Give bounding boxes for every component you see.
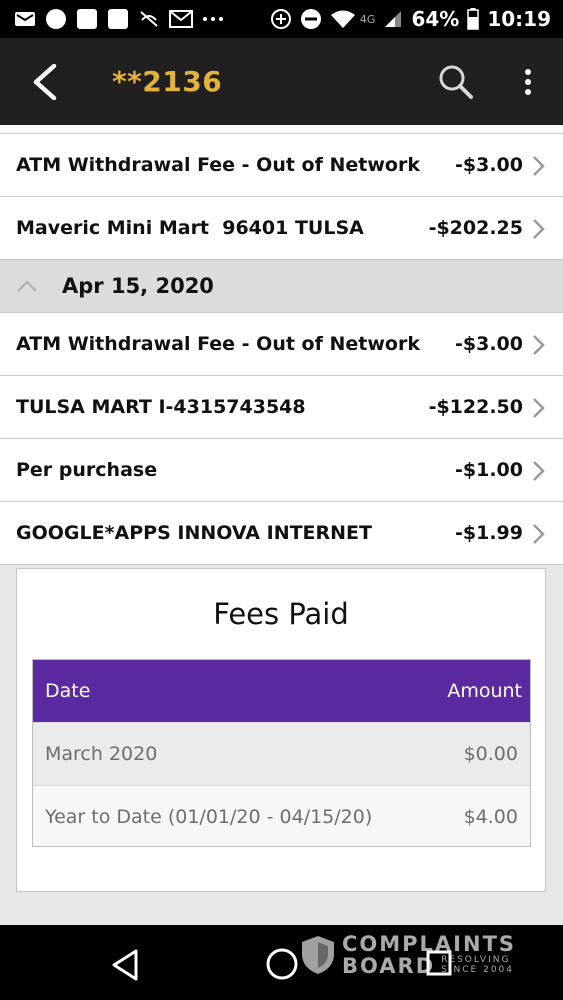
nav-home-button[interactable] bbox=[265, 947, 299, 981]
chevron-right-icon bbox=[533, 524, 545, 544]
network-type: 4G bbox=[359, 12, 376, 26]
transaction-description: ATM Withdrawal Fee - Out of Network bbox=[16, 154, 420, 176]
transaction-amount: -$3.00 bbox=[455, 333, 523, 355]
transaction-row[interactable]: TULSA MART I-4315743548 -$122.50 bbox=[0, 376, 563, 439]
fee-period: Year to Date (01/01/20 - 04/15/20) bbox=[45, 806, 373, 828]
square-notification-icon bbox=[77, 9, 97, 29]
transaction-amount: -$3.00 bbox=[455, 154, 523, 176]
transaction-description: Per purchase bbox=[16, 459, 158, 481]
mail-icon bbox=[169, 10, 193, 28]
circle-notification-icon bbox=[46, 9, 66, 29]
app-bar: **2136 bbox=[0, 38, 563, 125]
transaction-amount: -$122.50 bbox=[428, 396, 523, 418]
watermark-line2: BOARD bbox=[342, 954, 436, 978]
list-top-spacer bbox=[0, 125, 563, 134]
more-options-button[interactable] bbox=[510, 58, 546, 106]
transaction-description: TULSA MART I-4315743548 bbox=[16, 396, 306, 418]
fee-period: March 2020 bbox=[45, 743, 158, 765]
fee-amount: $4.00 bbox=[463, 806, 518, 828]
transaction-row[interactable]: GOOGLE*APPS INNOVA INTERNET -$1.99 bbox=[0, 502, 563, 565]
transaction-amount: -$1.00 bbox=[455, 459, 523, 481]
transaction-amount: -$1.99 bbox=[455, 522, 523, 544]
transaction-row[interactable]: ATM Withdrawal Fee - Out of Network -$3.… bbox=[0, 313, 563, 376]
status-bar: 4G 64% 10:19 bbox=[0, 0, 563, 38]
table-row: Year to Date (01/01/20 - 04/15/20) $4.00 bbox=[33, 785, 530, 846]
fees-table-header: Date Amount bbox=[33, 660, 530, 722]
transaction-row[interactable]: Per purchase -$1.00 bbox=[0, 439, 563, 502]
do-not-disturb-icon bbox=[300, 9, 321, 29]
shield-icon bbox=[302, 936, 334, 974]
transaction-row[interactable]: Maveric Mini Mart 96401 TULSA -$202.25 bbox=[0, 197, 563, 260]
back-arrow-icon bbox=[33, 63, 57, 100]
wifi-icon bbox=[330, 10, 355, 28]
transaction-description: ATM Withdrawal Fee - Out of Network bbox=[16, 333, 420, 355]
chevron-up-icon bbox=[16, 279, 46, 293]
watermark-logo: COMPLAINTS BOARD RESOLVING SINCE 2004 bbox=[300, 933, 516, 977]
battery-icon bbox=[467, 8, 480, 30]
fee-amount: $0.00 bbox=[463, 743, 518, 765]
fees-table: Date Amount March 2020 $0.00 Year to Dat… bbox=[32, 659, 531, 847]
battery-percent: 64% bbox=[411, 7, 460, 31]
header-date: Date bbox=[45, 680, 91, 702]
chevron-right-icon bbox=[533, 461, 545, 481]
transaction-row[interactable]: ATM Withdrawal Fee - Out of Network -$3.… bbox=[0, 134, 563, 197]
header-amount: Amount bbox=[447, 680, 522, 702]
missed-call-icon bbox=[140, 11, 158, 27]
fees-title: Fees Paid bbox=[213, 597, 349, 631]
group-date: Apr 15, 2020 bbox=[62, 274, 214, 298]
chevron-right-icon bbox=[533, 398, 545, 418]
nav-recents-button[interactable] bbox=[425, 949, 453, 977]
table-row: March 2020 $0.00 bbox=[33, 722, 530, 785]
chevron-right-icon bbox=[533, 335, 545, 355]
search-button[interactable] bbox=[432, 58, 480, 106]
data-saver-icon bbox=[270, 9, 291, 29]
system-nav-bar: COMPLAINTS BOARD RESOLVING SINCE 2004 bbox=[0, 925, 563, 1000]
back-button[interactable] bbox=[0, 38, 90, 125]
nav-back-button[interactable] bbox=[108, 947, 144, 983]
chevron-right-icon bbox=[533, 219, 545, 239]
fees-paid-card: Fees Paid Date Amount March 2020 $0.00 Y… bbox=[16, 568, 546, 892]
transaction-list: ATM Withdrawal Fee - Out of Network -$3.… bbox=[0, 125, 563, 565]
chevron-right-icon bbox=[533, 156, 545, 176]
more-vert-icon bbox=[525, 69, 531, 95]
signal-icon bbox=[385, 11, 402, 27]
message-icon bbox=[15, 12, 35, 26]
square-notification-icon-2 bbox=[108, 9, 128, 29]
transaction-description: Maveric Mini Mart 96401 TULSA bbox=[16, 217, 364, 239]
clock: 10:19 bbox=[487, 7, 551, 31]
more-notifications-icon bbox=[203, 17, 223, 21]
transaction-amount: -$202.25 bbox=[428, 217, 523, 239]
date-group-header[interactable]: Apr 15, 2020 bbox=[0, 260, 563, 313]
transaction-description: GOOGLE*APPS INNOVA INTERNET bbox=[16, 522, 372, 544]
search-icon bbox=[439, 65, 473, 99]
account-title: **2136 bbox=[112, 65, 223, 98]
